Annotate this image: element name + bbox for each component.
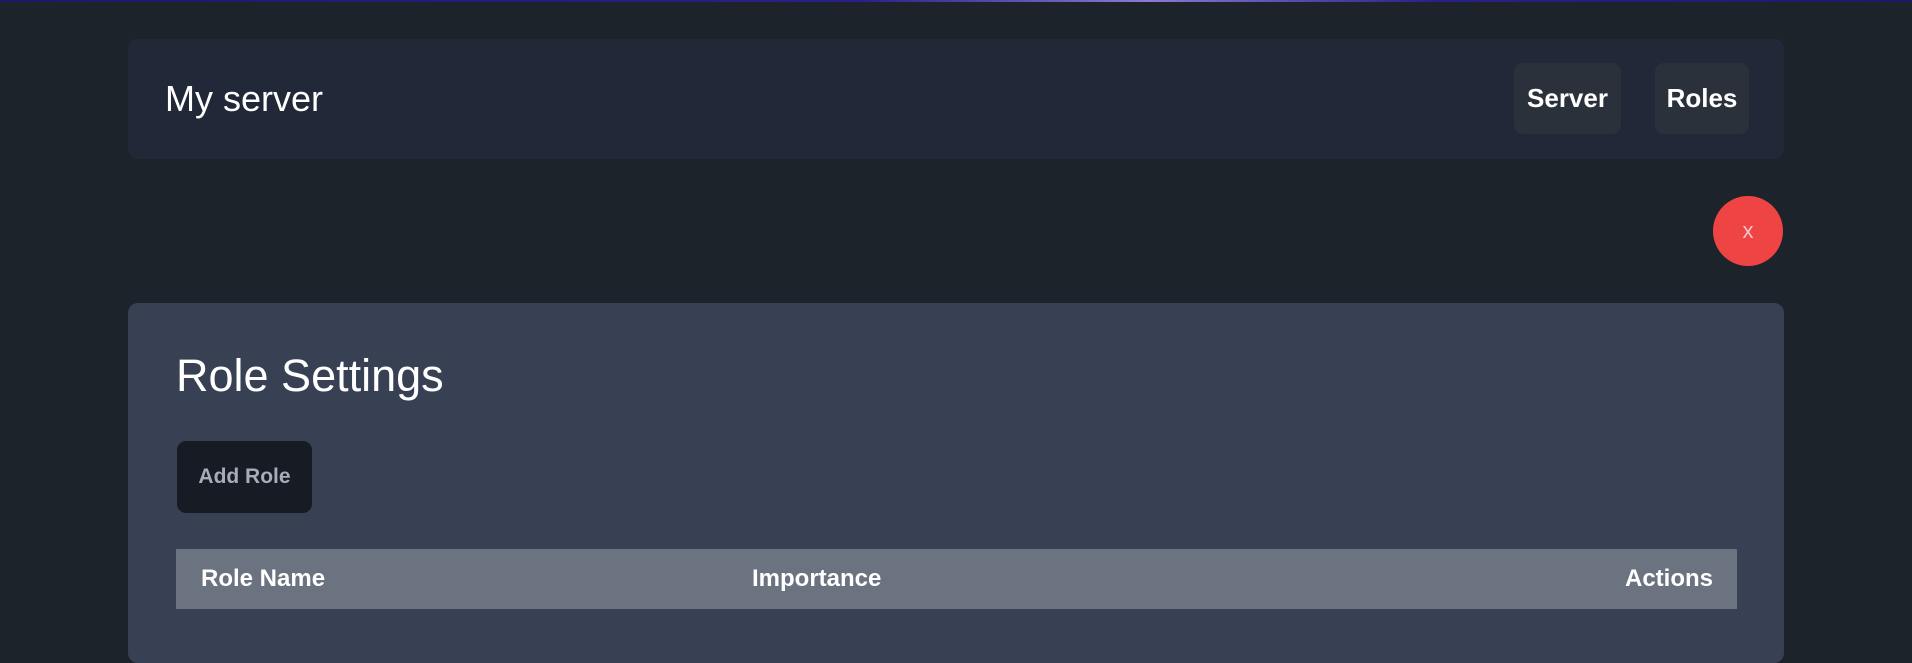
server-header: My server Server Roles xyxy=(128,39,1784,159)
roles-nav-button[interactable]: Roles xyxy=(1655,63,1749,134)
column-header-importance: Importance xyxy=(752,565,882,592)
add-role-button[interactable]: Add Role xyxy=(177,441,312,513)
column-header-actions: Actions xyxy=(1624,565,1713,592)
close-button[interactable]: x xyxy=(1713,196,1783,266)
top-accent-bar xyxy=(0,0,1912,2)
column-header-role-name: Role Name xyxy=(201,565,326,592)
server-nav-button[interactable]: Server xyxy=(1514,63,1621,134)
server-title: My server xyxy=(165,78,324,119)
role-settings-panel: Role Settings Add Role Role Name Importa… xyxy=(128,303,1784,663)
role-settings-title: Role Settings xyxy=(176,350,444,401)
roles-table-header: Role Name Importance Actions xyxy=(176,549,1737,609)
